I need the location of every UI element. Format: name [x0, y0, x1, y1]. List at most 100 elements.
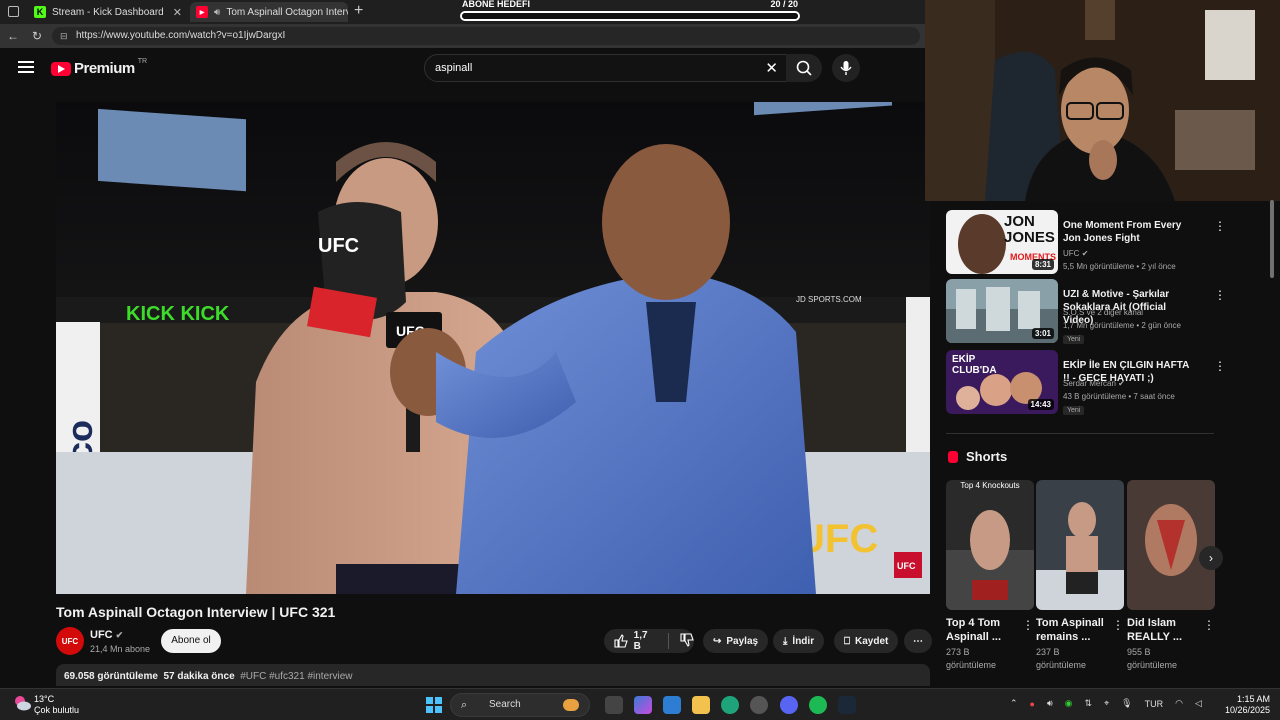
- channel-name-text: UFC: [1063, 249, 1080, 258]
- tab-actions-icon[interactable]: [8, 6, 19, 17]
- description-box[interactable]: 69.058 görüntüleme 57 dakika önce #UFC #…: [56, 664, 930, 686]
- record-icon[interactable]: ●: [1030, 699, 1035, 709]
- svg-text:UFC: UFC: [318, 235, 359, 257]
- mic-icon[interactable]: 🎙︎: [1121, 698, 1132, 709]
- new-badge: Yeni: [1063, 406, 1085, 415]
- new-tab-icon[interactable]: +: [354, 2, 363, 20]
- recommended-video[interactable]: EKİP CLUB'DA 14:43 EKİP İle EN ÇILGIN HA…: [946, 350, 1236, 415]
- video-title[interactable]: One Moment From Every Jon Jones Fight: [1063, 219, 1193, 245]
- page-scrollbar[interactable]: [1270, 200, 1274, 278]
- close-tab-icon[interactable]: ✕: [173, 6, 182, 19]
- weather-widget[interactable]: 13°C Çok bulutlu: [34, 694, 79, 716]
- channel-name[interactable]: S.O.S ve 2 diğer kanal: [1063, 308, 1143, 317]
- svg-text:KICK KICK: KICK KICK: [126, 303, 230, 325]
- copilot-icon[interactable]: [634, 696, 652, 714]
- subscriber-count: 21,4 Mn abone: [90, 644, 151, 654]
- like-button[interactable]: 1,7 B: [614, 630, 657, 652]
- steam-icon[interactable]: [838, 696, 856, 714]
- channel-name[interactable]: UFC ✔: [1063, 249, 1088, 258]
- back-icon[interactable]: ←: [4, 29, 22, 43]
- short-views: 237 B görüntüleme: [1036, 647, 1087, 670]
- windows-start-icon[interactable]: [426, 697, 442, 713]
- short-thumbnail[interactable]: Top 4 Knockouts: [946, 480, 1034, 610]
- more-vertical-icon[interactable]: ⋮: [1203, 618, 1215, 632]
- youtube-premium-logo[interactable]: Premium TR: [51, 58, 147, 77]
- subscribe-button[interactable]: Abone ol: [161, 629, 221, 653]
- tab-youtube-video[interactable]: ▶ 🔊︎ Tom Aspinall Octagon Interv ✕: [190, 2, 348, 22]
- short-title[interactable]: Top 4 Tom Aspinall ...: [946, 616, 1024, 644]
- shorts-header: Shorts: [948, 449, 1007, 464]
- edge-browser-icon[interactable]: [721, 696, 739, 714]
- taskbar-search[interactable]: ⌕ Search: [450, 693, 590, 717]
- short-item[interactable]: Did Islam REALLY ... 955 B görüntüleme ⋮: [1127, 480, 1215, 672]
- new-badge: Yeni: [1063, 335, 1085, 344]
- search-box[interactable]: aspinall ✕: [424, 54, 789, 82]
- network-icon[interactable]: ⇅: [1085, 698, 1093, 709]
- goal-label: ABONE HEDEFİ: [462, 0, 531, 9]
- short-title[interactable]: Did Islam REALLY ...: [1127, 616, 1205, 644]
- tab-label: Stream - Kick Dashboard: [52, 6, 164, 18]
- microsoft-store-icon[interactable]: [663, 696, 681, 714]
- nvidia-icon[interactable]: ◉: [1065, 698, 1073, 709]
- speaker-icon[interactable]: ◁: [1195, 698, 1202, 709]
- hamburger-menu-icon[interactable]: [18, 61, 34, 73]
- short-item[interactable]: Top 4 Knockouts Top 4 Tom Aspinall ... 2…: [946, 480, 1034, 672]
- channel-name[interactable]: Serdar Mercan ✔: [1063, 379, 1125, 388]
- volume-icon[interactable]: 🔊︎: [1047, 698, 1053, 709]
- dislike-button[interactable]: [680, 632, 694, 650]
- more-vertical-icon[interactable]: ⋮: [1214, 359, 1226, 373]
- share-button[interactable]: ↪ Paylaş: [703, 629, 769, 653]
- weather-icon[interactable]: [13, 694, 31, 712]
- search-icon: [796, 60, 812, 76]
- more-vertical-icon[interactable]: ⋮: [1022, 618, 1034, 632]
- obs-icon[interactable]: [750, 696, 768, 714]
- wifi-icon[interactable]: ◠: [1175, 698, 1183, 709]
- date: 10/26/2025: [1224, 705, 1270, 715]
- download-button[interactable]: ⤓ İndir: [773, 629, 825, 653]
- short-thumbnail[interactable]: [1036, 480, 1124, 610]
- more-horizontal-icon: ⋯: [913, 635, 923, 647]
- search-button[interactable]: [786, 54, 822, 82]
- goal-count: 20 / 20: [770, 0, 798, 9]
- more-vertical-icon[interactable]: ⋮: [1214, 288, 1226, 302]
- short-thumbnail[interactable]: [1127, 480, 1215, 610]
- video-thumbnail[interactable]: EKİP CLUB'DA 14:43: [946, 350, 1058, 414]
- location-icon[interactable]: ⌖: [1104, 698, 1109, 709]
- save-button[interactable]: ⎕ Kaydet: [834, 629, 899, 653]
- language-indicator[interactable]: TUR: [1145, 699, 1164, 709]
- short-item[interactable]: Tom Aspinall remains ... 237 B görüntüle…: [1036, 480, 1124, 672]
- task-view-icon[interactable]: [605, 696, 623, 714]
- search-input[interactable]: aspinall: [435, 62, 472, 74]
- channel-name[interactable]: UFC ✔: [90, 629, 123, 641]
- video-title: Tom Aspinall Octagon Interview | UFC 321: [56, 604, 336, 620]
- channel-avatar[interactable]: UFC: [56, 627, 84, 655]
- thumbs-up-icon: [614, 634, 628, 648]
- svg-text:UFC: UFC: [897, 561, 916, 571]
- weather-condition: Çok bulutlu: [34, 705, 80, 715]
- recommended-video[interactable]: JON JONES MOMENTS 8:31 One Moment From E…: [946, 210, 1236, 274]
- like-divider: [668, 633, 669, 649]
- clock[interactable]: 1:15 AM 10/26/2025: [1224, 694, 1270, 716]
- recommended-video[interactable]: 3:01 UZI & Motive - Şarkılar Sokaklara A…: [946, 279, 1236, 344]
- url-field[interactable]: ⊟ https://www.youtube.com/watch?v=o1IjwD…: [52, 27, 920, 45]
- site-info-icon[interactable]: ⊟: [60, 27, 68, 45]
- short-title[interactable]: Tom Aspinall remains ...: [1036, 616, 1114, 644]
- speaker-icon[interactable]: 🔊︎: [214, 7, 220, 18]
- hashtags[interactable]: #UFC #ufc321 #interview: [240, 671, 352, 682]
- video-thumbnail[interactable]: JON JONES MOMENTS 8:31: [946, 210, 1058, 274]
- video-duration: 3:01: [1031, 328, 1054, 339]
- video-player[interactable]: KICK KICK JD SPORTS.COM crypto.co UFC UF…: [56, 102, 930, 594]
- reload-icon[interactable]: ↻: [28, 29, 46, 43]
- spotify-icon[interactable]: [809, 696, 827, 714]
- tab-kick-dashboard[interactable]: K Stream - Kick Dashboard ✕: [28, 2, 188, 22]
- more-vertical-icon[interactable]: ⋮: [1112, 618, 1124, 632]
- clear-search-icon[interactable]: ✕: [765, 59, 778, 77]
- more-actions-button[interactable]: ⋯: [904, 629, 932, 653]
- discord-icon[interactable]: [780, 696, 798, 714]
- chevron-up-icon[interactable]: ⌃: [1010, 698, 1018, 709]
- shorts-next-button[interactable]: ›: [1199, 546, 1223, 570]
- more-vertical-icon[interactable]: ⋮: [1214, 219, 1226, 233]
- video-thumbnail[interactable]: 3:01: [946, 279, 1058, 343]
- file-explorer-icon[interactable]: [692, 696, 710, 714]
- voice-search-button[interactable]: [832, 54, 860, 82]
